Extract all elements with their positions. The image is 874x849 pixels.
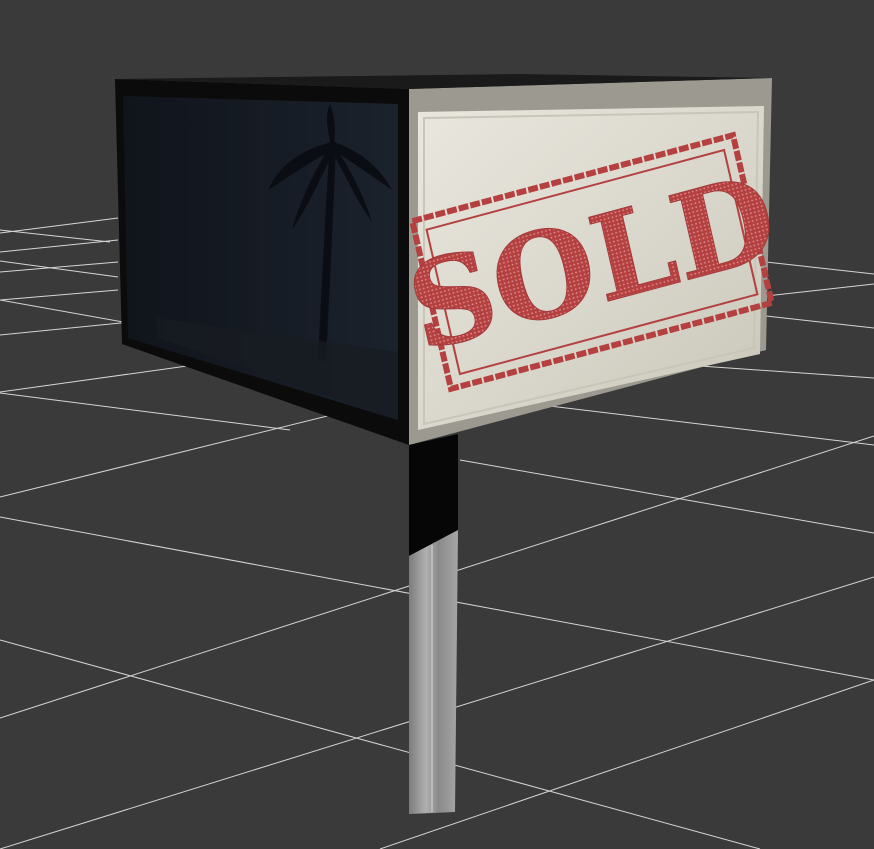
grid-line	[0, 299, 141, 326]
post-lit-section	[409, 530, 458, 814]
grid-line	[765, 315, 874, 329]
grid-line	[0, 639, 761, 849]
3d-viewport[interactable]: SOLD	[0, 0, 874, 849]
sign-left-panel[interactable]	[115, 79, 409, 445]
viewport-canvas[interactable]: SOLD	[0, 0, 874, 849]
grid-line	[499, 399, 874, 446]
grid-line	[0, 229, 111, 243]
grid-line	[699, 365, 874, 379]
grid-line	[0, 392, 291, 431]
grid-line	[0, 217, 119, 234]
grid-line	[459, 459, 874, 534]
grid-line	[0, 289, 119, 301]
sign-post[interactable]	[409, 434, 458, 814]
grid-line	[765, 283, 874, 297]
sign-front-board[interactable]: SOLD	[392, 78, 791, 445]
grid-line	[0, 239, 119, 253]
